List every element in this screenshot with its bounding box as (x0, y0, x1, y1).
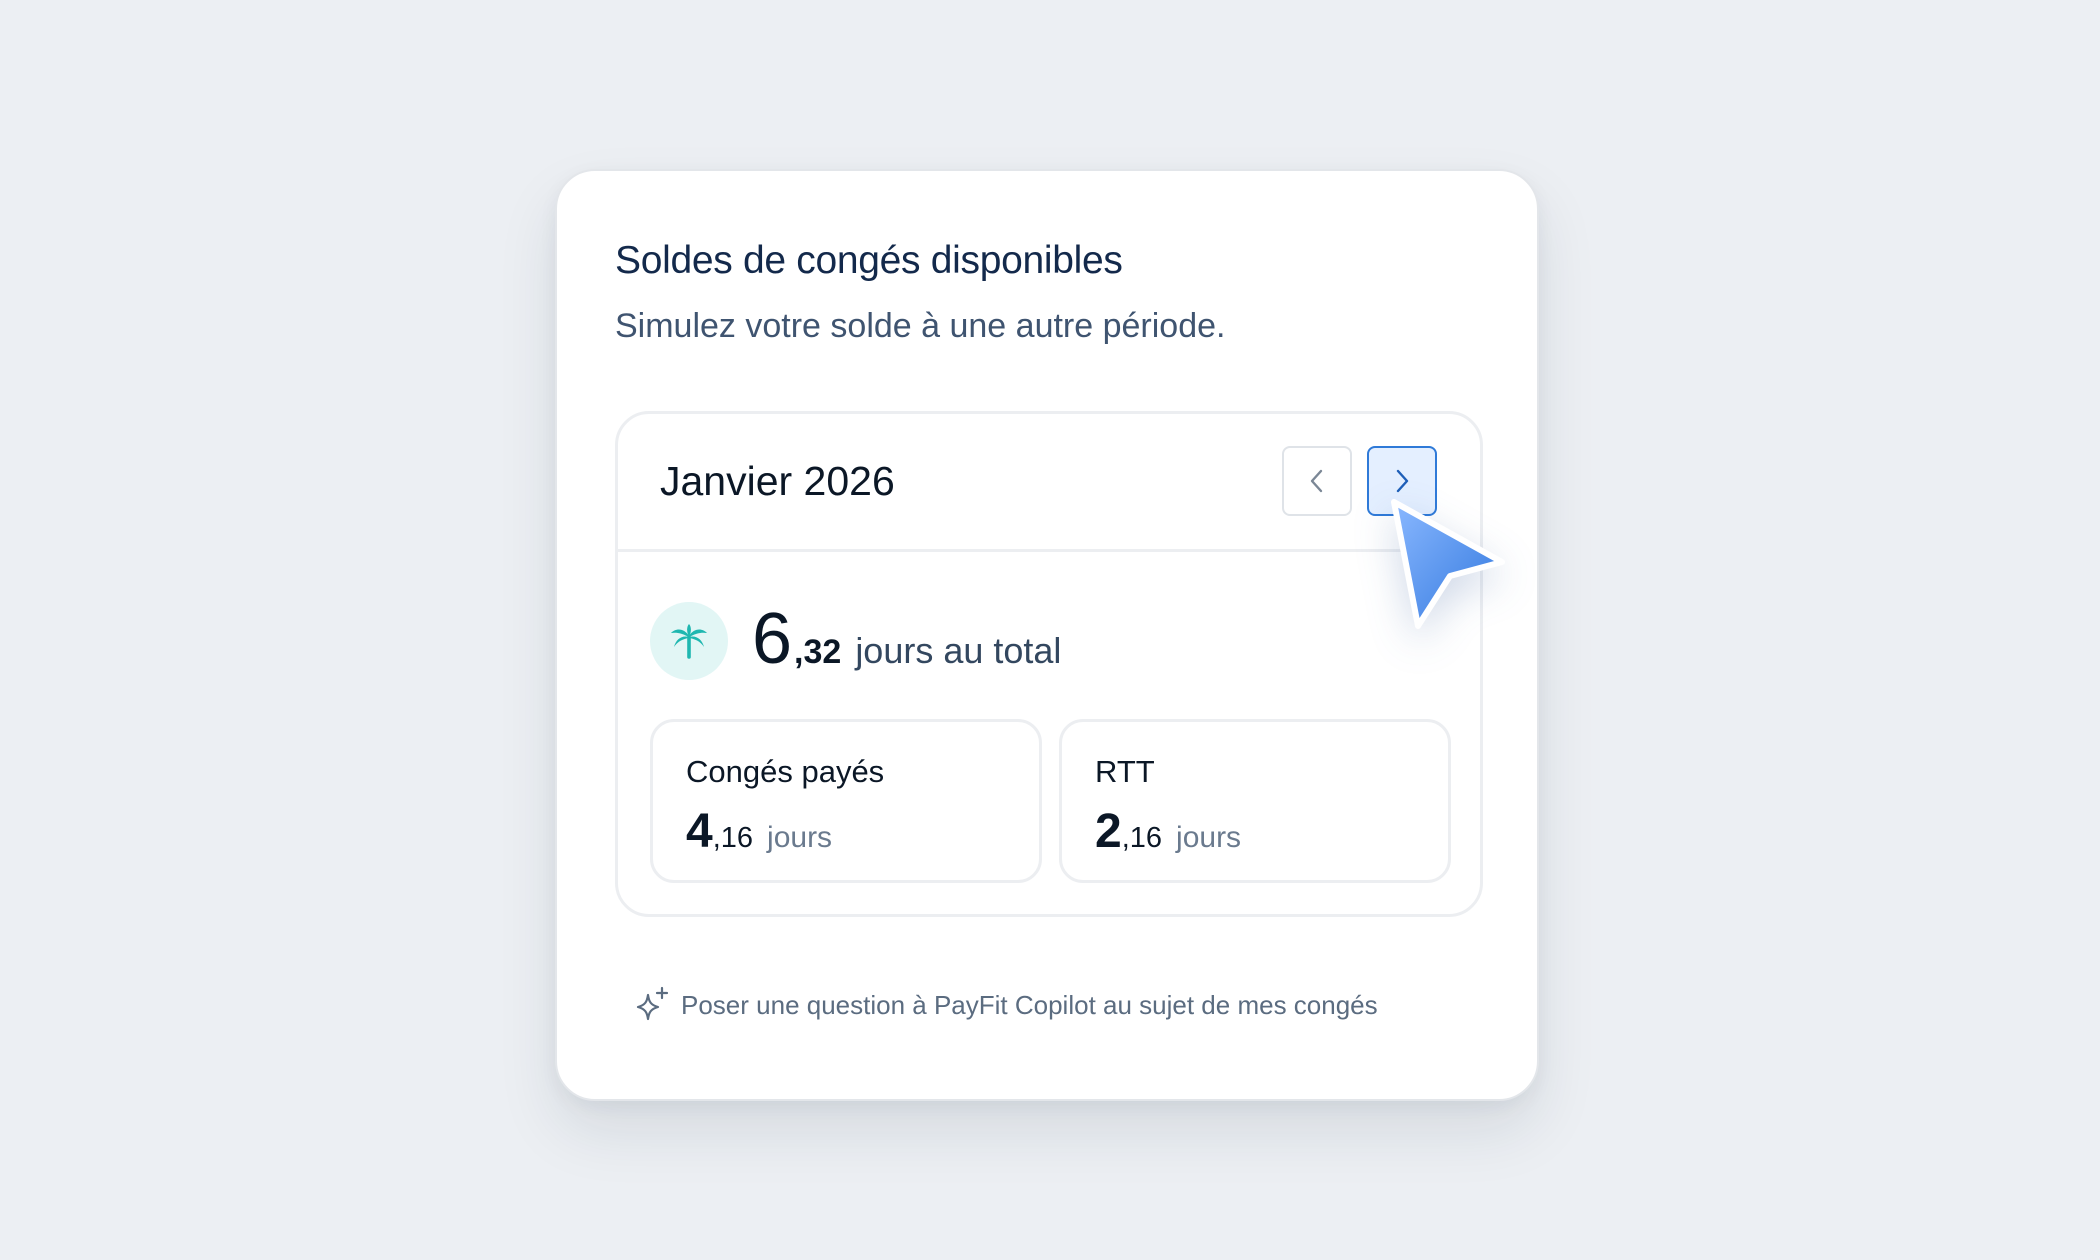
balance-card-conges-payes: Congés payés 4,16 jours (650, 719, 1042, 883)
copilot-text: Poser une question à PayFit Copilot au s… (681, 989, 1378, 1020)
period-header: Janvier 2026 (618, 414, 1480, 552)
balance-panel: Janvier 2026 6,32 jours au total Congés … (615, 411, 1483, 917)
balance-value: 2,16 jours (1095, 804, 1241, 859)
balance-decimal: ,16 (712, 822, 754, 854)
balance-unit: jours (1176, 821, 1242, 854)
total-label: jours au total (855, 630, 1062, 671)
card-subtitle: Simulez votre solde à une autre période. (615, 307, 1226, 345)
balance-decimal: ,16 (1121, 822, 1163, 854)
balance-label: Congés payés (686, 754, 885, 789)
palm-tree-badge (650, 602, 728, 680)
copilot-link[interactable]: Poser une question à PayFit Copilot au s… (633, 986, 1378, 1024)
total-decimal: ,32 (794, 633, 842, 671)
balance-value: 4,16 jours (686, 804, 832, 859)
card-title: Soldes de congés disponibles (615, 239, 1123, 282)
total-balance: 6,32 jours au total (752, 594, 1061, 684)
balance-label: RTT (1095, 754, 1155, 789)
balance-unit: jours (767, 821, 833, 854)
total-integer: 6 (752, 599, 793, 679)
mouse-cursor-icon (1391, 499, 1505, 629)
palm-tree-icon (671, 624, 707, 659)
balance-card-rtt: RTT 2,16 jours (1059, 719, 1451, 883)
chevron-left-icon (1310, 469, 1323, 493)
balance-integer: 2 (1095, 805, 1122, 858)
previous-period-button[interactable] (1282, 446, 1352, 516)
sparkle-icon (636, 986, 669, 1021)
balance-integer: 4 (686, 805, 713, 858)
period-label: Janvier 2026 (660, 458, 895, 504)
